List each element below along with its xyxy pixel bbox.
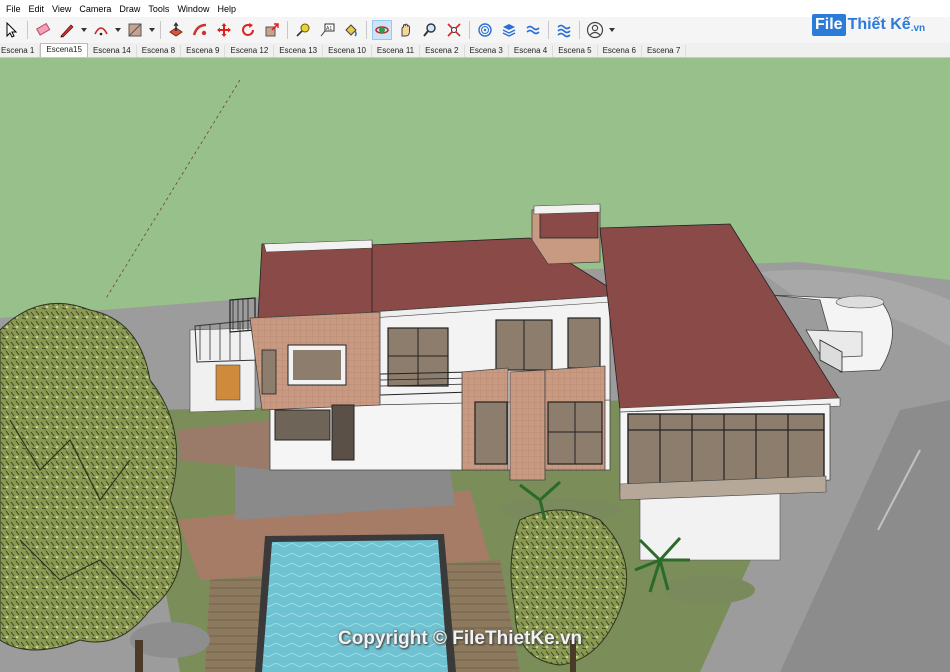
scene-tab[interactable]: Escena 13 bbox=[274, 45, 324, 57]
model-viewport[interactable] bbox=[0, 58, 950, 672]
rotate-icon[interactable] bbox=[238, 20, 258, 40]
scale-icon[interactable] bbox=[262, 20, 282, 40]
toolbar-separator bbox=[469, 21, 470, 39]
arc-icon[interactable] bbox=[91, 20, 111, 40]
menu-window[interactable]: Window bbox=[177, 4, 209, 14]
scene-tab[interactable]: Escena 11 bbox=[372, 45, 421, 57]
scene-tab[interactable]: Escena 10 bbox=[323, 45, 372, 57]
menu-file[interactable]: File bbox=[6, 4, 21, 14]
scene-tab[interactable]: Escena 2 bbox=[420, 45, 465, 57]
logo-badge: File bbox=[812, 14, 846, 36]
menu-edit[interactable]: Edit bbox=[29, 4, 45, 14]
shape-dropdown-caret[interactable] bbox=[149, 28, 155, 32]
scene-tab[interactable]: Escena 1 bbox=[0, 45, 41, 57]
account-icon[interactable] bbox=[585, 20, 605, 40]
styles-icon[interactable] bbox=[523, 20, 543, 40]
layers-icon[interactable] bbox=[499, 20, 519, 40]
menu-view[interactable]: View bbox=[52, 4, 71, 14]
toolbar: A1 bbox=[0, 17, 950, 44]
arc-dropdown-caret[interactable] bbox=[115, 28, 121, 32]
scene-tab[interactable]: Escena 6 bbox=[598, 45, 642, 57]
scene-tab[interactable]: Escena 3 bbox=[465, 45, 509, 57]
orbit-icon[interactable] bbox=[372, 20, 392, 40]
toolbar-separator bbox=[160, 21, 161, 39]
select-icon[interactable] bbox=[2, 20, 22, 40]
menu-bar: File Edit View Camera Draw Tools Window … bbox=[0, 0, 950, 17]
scene-tab-active[interactable]: Escena15 bbox=[40, 43, 88, 57]
front-door bbox=[215, 364, 241, 401]
sandbox-icon[interactable] bbox=[475, 20, 495, 40]
scene-tab[interactable]: Escena 9 bbox=[181, 45, 226, 57]
brand-logo: File Thiết Kế .vn bbox=[812, 14, 925, 36]
text-icon[interactable]: A1 bbox=[317, 20, 337, 40]
push-pull-icon[interactable] bbox=[166, 20, 186, 40]
menu-tools[interactable]: Tools bbox=[148, 4, 169, 14]
svg-text:A1: A1 bbox=[326, 26, 332, 32]
pencil-dropdown-caret[interactable] bbox=[81, 28, 87, 32]
logo-name: Thiết Kế bbox=[847, 16, 911, 33]
zoom-icon[interactable] bbox=[420, 20, 440, 40]
toolbar-separator bbox=[579, 21, 580, 39]
eraser-icon[interactable] bbox=[33, 20, 53, 40]
scene-tab[interactable]: Escena 12 bbox=[225, 45, 275, 57]
scene-tab[interactable]: Escena 8 bbox=[137, 45, 182, 57]
tape-measure-icon[interactable] bbox=[293, 20, 313, 40]
move-icon[interactable] bbox=[214, 20, 234, 40]
menu-help[interactable]: Help bbox=[217, 4, 236, 14]
scene-tab[interactable]: Escena 4 bbox=[509, 45, 554, 57]
logo-domain: .vn bbox=[910, 22, 926, 34]
scene-tab[interactable]: Escena 7 bbox=[642, 45, 687, 57]
menu-draw[interactable]: Draw bbox=[119, 4, 140, 14]
shape-icon[interactable] bbox=[125, 20, 145, 40]
zoom-extents-icon[interactable] bbox=[444, 20, 464, 40]
follow-me-icon[interactable] bbox=[190, 20, 210, 40]
scene-tab[interactable]: Escena 14 bbox=[88, 45, 137, 57]
account-dropdown-caret[interactable] bbox=[609, 28, 615, 32]
swimming-pool bbox=[262, 540, 448, 672]
toolbar-separator bbox=[548, 21, 549, 39]
scene-tabs: Escena 1 Escena15 Escena 14 Escena 8 Esc… bbox=[0, 43, 950, 58]
toolbar-separator bbox=[27, 21, 28, 39]
paint-bucket-icon[interactable] bbox=[341, 20, 361, 40]
pan-icon[interactable] bbox=[396, 20, 416, 40]
menu-camera[interactable]: Camera bbox=[79, 4, 111, 14]
toolbar-separator bbox=[366, 21, 367, 39]
roof-left bbox=[257, 241, 373, 321]
glass-wall bbox=[627, 413, 825, 485]
copyright-watermark: Copyright © FileThietKe.vn bbox=[338, 628, 583, 649]
scene-render bbox=[0, 58, 950, 672]
toolbar-separator bbox=[287, 21, 288, 39]
fog-icon[interactable] bbox=[554, 20, 574, 40]
scene-tab[interactable]: Escena 5 bbox=[553, 45, 598, 57]
pencil-icon[interactable] bbox=[57, 20, 77, 40]
